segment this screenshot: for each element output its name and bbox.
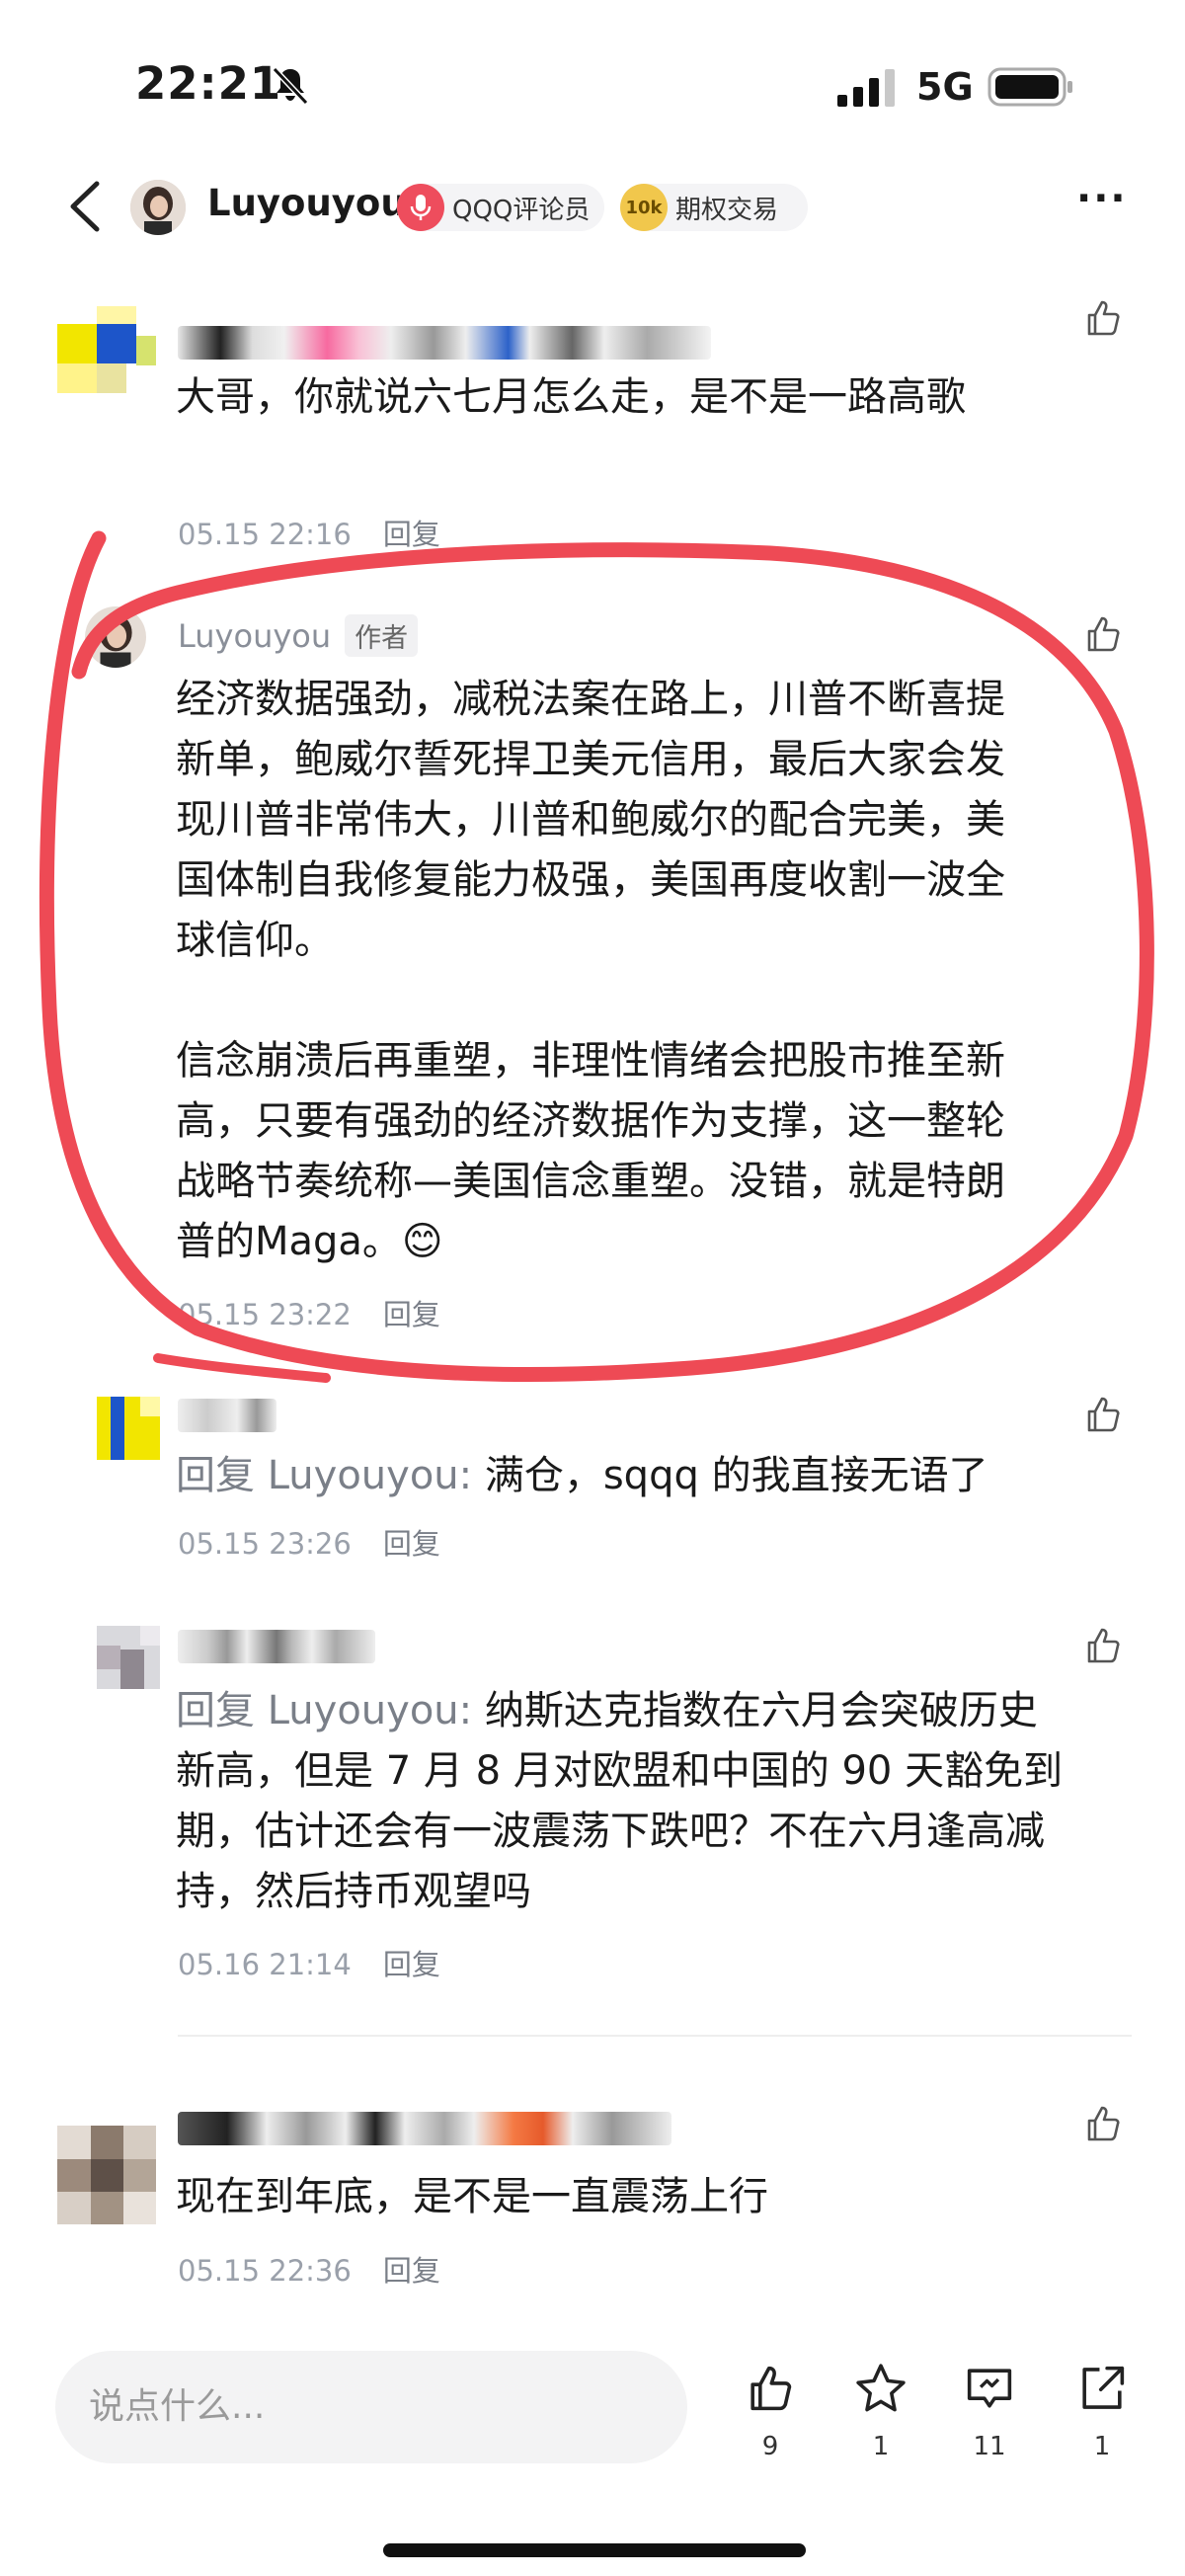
like-count: 9: [761, 2432, 779, 2461]
author-tag: 作者: [345, 614, 419, 657]
network-type: 5G: [916, 65, 974, 109]
comment-author-row: Luyouyou 作者: [178, 614, 419, 657]
reply-prefix[interactable]: 回复 Luyouyou:: [176, 1688, 485, 1733]
user-avatar[interactable]: [57, 306, 156, 405]
reply-prefix[interactable]: 回复 Luyouyou:: [176, 1453, 485, 1498]
like-icon[interactable]: [1081, 1393, 1125, 1436]
favorite-count: 1: [872, 2432, 890, 2461]
reply-button[interactable]: 回复: [383, 1527, 440, 1561]
comment-text: 大哥，你就说六七月怎么走，是不是一路高歌: [176, 374, 966, 420]
comment-input[interactable]: 说点什么...: [55, 2351, 687, 2463]
comment-paragraph-2: 信念崩溃后再重塑，非理性情绪会把股市推至新高，只要有强劲的经济数据作为支撑，这一…: [176, 1038, 1005, 1264]
author-avatar[interactable]: [130, 180, 186, 235]
reply-button[interactable]: 回复: [383, 518, 440, 551]
comment-count: 11: [973, 2432, 1006, 2461]
comment-meta: 05.15 23:22 回复: [178, 1292, 440, 1333]
username-redacted: [178, 1399, 276, 1432]
comment-text: 现在到年底，是不是一直震荡上行: [176, 2174, 768, 2219]
signal-icon: [837, 69, 895, 107]
comment-paragraph-1: 经济数据强劲，减税法案在路上，川普不断喜提新单，鲍威尔誓死捍卫美元信用，最后大家…: [176, 677, 1005, 963]
share-icon: [1082, 2366, 1125, 2409]
badge1-label: QQQ评论员: [452, 195, 591, 225]
comment-action[interactable]: 11: [950, 2361, 1029, 2461]
star-icon: [856, 2364, 906, 2412]
battery-icon: [988, 67, 1072, 107]
user-avatar[interactable]: [57, 2126, 156, 2224]
badge2-label: 期权交易: [675, 195, 779, 225]
user-avatar[interactable]: [97, 1626, 160, 1689]
like-icon[interactable]: [1081, 2102, 1125, 2145]
author-comment-avatar[interactable]: [85, 606, 146, 668]
comment-bubble-icon: [967, 2369, 1012, 2408]
comment-author-name[interactable]: Luyouyou: [178, 617, 331, 655]
home-indicator: [383, 2543, 806, 2557]
reply-button[interactable]: 回复: [383, 1298, 440, 1331]
comment-text-row: 回复 Luyouyou: 纳斯达克指数在六月会突破历史新高，但是 7 月 8 月…: [176, 1681, 1074, 1922]
share-action[interactable]: 1: [1063, 2361, 1142, 2461]
comment-text: 满仓，sqqq 的我直接无语了: [484, 1453, 988, 1498]
username-redacted: [178, 326, 711, 360]
comment-meta: 05.15 22:36 回复: [178, 2248, 440, 2290]
status-time: 22:21: [135, 57, 282, 110]
username-redacted: [178, 1630, 375, 1663]
microphone-icon: [397, 184, 444, 231]
share-count: 1: [1093, 2432, 1111, 2461]
reply-button[interactable]: 回复: [383, 1948, 440, 1981]
commentator-badge[interactable]: QQQ评论员: [397, 184, 604, 231]
comment-time: 05.16 21:14: [178, 1948, 352, 1981]
status-bar: 22:21 5G: [0, 0, 1185, 148]
comment-meta: 05.15 23:26 回复: [178, 1521, 440, 1563]
like-icon[interactable]: [1081, 296, 1125, 340]
favorite-action[interactable]: 1: [841, 2361, 920, 2461]
comment-meta: 05.15 22:16 回复: [178, 512, 440, 553]
comment-text-row: 回复 Luyouyou: 满仓，sqqq 的我直接无语了: [176, 1446, 1065, 1506]
comment-time: 05.15 23:22: [178, 1298, 352, 1331]
like-icon[interactable]: [1081, 612, 1125, 656]
author-name[interactable]: Luyouyou: [207, 182, 407, 224]
like-icon[interactable]: [1081, 1624, 1125, 1667]
username-redacted: [178, 2112, 672, 2145]
comment-meta: 05.16 21:14 回复: [178, 1942, 440, 1983]
options-badge[interactable]: 10k 期权交易: [620, 184, 808, 231]
comment-time: 05.15 23:26: [178, 1527, 352, 1561]
user-avatar[interactable]: [97, 1397, 160, 1460]
bell-muted-icon: [272, 66, 309, 106]
comment-time: 05.15 22:16: [178, 518, 352, 551]
comment-time: 05.15 22:36: [178, 2254, 352, 2288]
thumbs-up-icon: [750, 2366, 792, 2411]
reply-button[interactable]: 回复: [383, 2254, 440, 2288]
avatar-photo: [85, 606, 146, 668]
like-action[interactable]: 9: [731, 2361, 810, 2461]
avatar-photo: [130, 180, 186, 235]
more-options-icon[interactable]: ···: [1076, 176, 1128, 221]
10k-medal-icon: 10k: [620, 184, 668, 231]
section-divider: [178, 2035, 1132, 2037]
back-arrow-icon[interactable]: [61, 176, 111, 237]
top-nav: Luyouyou QQQ评论员 10k 期权交易 ···: [0, 148, 1185, 267]
